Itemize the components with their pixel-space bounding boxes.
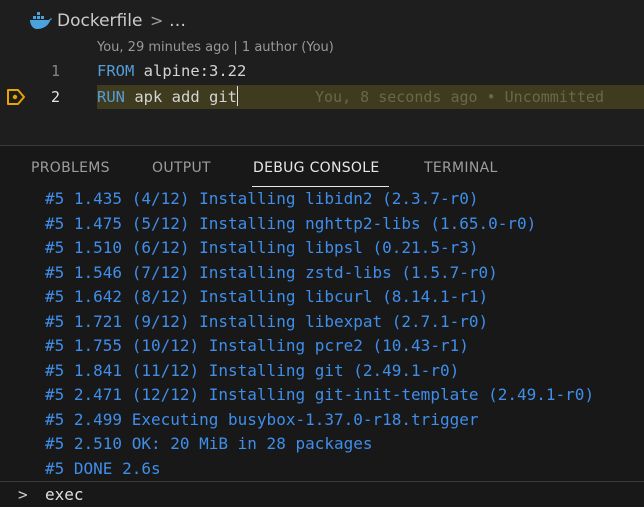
console-line: #5 1.721 (9/12) Installing libexpat (2.7…	[45, 311, 489, 331]
git-blame-codelens[interactable]: You, 29 minutes ago | 1 author (You)	[97, 40, 334, 56]
editor-line-current[interactable]: 2 RUN apk add git You, 8 seconds ago • U…	[0, 85, 644, 109]
console-line: #5 DONE 2.6s	[45, 458, 161, 478]
console-line: #5 2.510 OK: 20 MiB in 28 packages	[45, 434, 373, 453]
console-line: #5 1.435 (4/12) Installing libidn2 (2.3.…	[45, 190, 479, 208]
line-number: 1	[50, 62, 60, 80]
docker-whale-icon	[30, 12, 52, 29]
debug-breakpoint-arrow-icon[interactable]	[6, 88, 26, 106]
line-code[interactable]: RUN apk add git	[97, 85, 238, 109]
console-line: #5 1.546 (7/12) Installing zstd-libs (1.…	[45, 262, 498, 282]
console-line: #5 1.841 (11/12) Installing git (2.49.1-…	[45, 360, 460, 380]
vscode-window: Dockerfile > … You, 29 minutes ago | 1 a…	[0, 0, 644, 507]
console-line: #5 2.499 Executing busybox-1.37.0-r18.tr…	[45, 409, 479, 429]
console-line: #5 1.755 (10/12) Installing pcre2 (10.43…	[45, 336, 469, 355]
breadcrumb-symbols[interactable]: …	[169, 10, 186, 32]
tab-debug-console[interactable]: DEBUG CONSOLE	[253, 159, 380, 177]
console-line: #5 1.510 (6/12) Installing libpsl (0.21.…	[45, 238, 479, 257]
breadcrumb-file[interactable]: Dockerfile	[57, 10, 142, 32]
code-text: alpine:3.22	[134, 62, 247, 80]
console-line: #5 1.642 (8/12) Installing libcurl (8.14…	[45, 287, 489, 306]
keyword: RUN	[97, 88, 125, 106]
panel-tabs: PROBLEMS OUTPUT DEBUG CONSOLE TERMINAL	[0, 146, 644, 190]
debug-console-output[interactable]: #5 1.435 (4/12) Installing libidn2 (2.3.…	[0, 190, 644, 481]
chevron-right-prompt-icon: >	[18, 485, 28, 504]
tab-output[interactable]: OUTPUT	[152, 159, 211, 177]
keyword: FROM	[97, 62, 135, 80]
debug-console-input[interactable]	[45, 482, 635, 506]
breadcrumb: Dockerfile > …	[0, 0, 644, 40]
editor-line[interactable]: 1 FROM alpine:3.22	[0, 59, 644, 83]
tab-terminal[interactable]: TERMINAL	[424, 159, 498, 177]
code-text: apk add git	[125, 88, 237, 106]
line-number: 2	[50, 88, 60, 106]
chevron-right-icon: >	[150, 11, 164, 30]
console-line: #5 2.471 (12/12) Installing git-init-tem…	[45, 385, 595, 404]
console-input-row: >	[0, 482, 644, 507]
inline-blame: You, 8 seconds ago • Uncommitted	[315, 88, 604, 106]
active-tab-indicator	[252, 186, 389, 187]
console-line: #5 1.475 (5/12) Installing nghttp2-libs …	[45, 213, 537, 233]
tab-problems[interactable]: PROBLEMS	[31, 159, 110, 177]
line-code[interactable]: FROM alpine:3.22	[97, 59, 246, 83]
text-cursor	[236, 86, 238, 106]
